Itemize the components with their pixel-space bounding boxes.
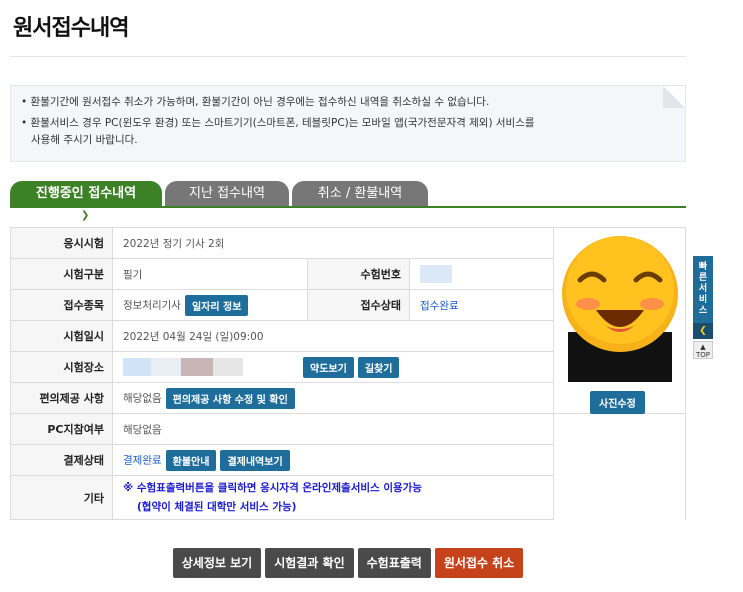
job-info-button[interactable]: 일자리 정보 (184, 294, 249, 316)
photo-edit-button[interactable]: 사진수정 (590, 391, 645, 414)
pay-status: 결제완료 (123, 454, 162, 466)
conv-label: 편의제공 사항 (10, 382, 113, 414)
pay-label: 결제상태 (10, 444, 113, 476)
page-title: 원서접수내역 (13, 16, 129, 41)
notice-line-2a: • 환불서비스 경우 PC(윈도우 환경) 또는 스마트기기(스마트폰, 테블릿… (21, 117, 535, 129)
status-value: 접수완료 (409, 289, 554, 321)
page-fold-icon (663, 86, 685, 108)
type-label: 시험구분 (10, 258, 113, 290)
exam-label: 응시시험 (10, 227, 113, 259)
chevron-left-icon[interactable]: ❮ (693, 323, 713, 339)
pc-label: PC지참여부 (10, 413, 113, 445)
place-redacted-1 (123, 358, 151, 376)
conv-text: 해당없음 (123, 392, 162, 404)
ticket-print-button[interactable]: 수험표출력 (357, 548, 431, 578)
avatar (561, 232, 678, 382)
tab-current[interactable]: 진행중인 접수내역 (10, 181, 162, 207)
top-button[interactable]: ▲ TOP (693, 341, 713, 359)
status-label: 접수상태 (307, 289, 410, 321)
photo-cell (553, 227, 686, 414)
etc-value: ※ 수험표출력버튼을 클릭하면 응시자격 온라인제출서비스 이용가능 (협약이 체… (112, 475, 554, 520)
place-value: 약도보기 길찾기 (112, 351, 554, 383)
map-button[interactable]: 약도보기 (303, 356, 354, 378)
etc-label: 기타 (10, 475, 113, 520)
pay-value: 결제완료 환불안내 결제내역보기 (112, 444, 554, 476)
tab-cancel-refund[interactable]: 취소 / 환불내역 (292, 181, 428, 207)
quick-service-label: 빠른서비스 (698, 262, 708, 316)
conv-value: 해당없음 편의제공 사항 수정 및 확인 (112, 382, 554, 414)
photo-btn-cell (553, 413, 686, 520)
etc-line-1: ※ 수험표출력버튼을 클릭하면 응시자격 온라인제출서비스 이용가능 (123, 481, 422, 494)
etc-line-2: (협약이 체결된 대학만 서비스 가능) (137, 500, 297, 513)
title-divider (10, 56, 686, 57)
number-value (409, 258, 554, 290)
tab-underline (10, 206, 686, 208)
notice-box: • 환불기간에 원서접수 취소가 가능하며, 환불기간이 아닌 경우에는 접수하… (10, 85, 686, 162)
pc-value: 해당없음 (112, 413, 554, 445)
item-label: 접수종목 (10, 289, 113, 321)
date-value: 2022년 04월 24일 (일)09:00 (112, 320, 554, 352)
pay-history-button[interactable]: 결제내역보기 (220, 449, 290, 471)
top-label: TOP (695, 351, 710, 359)
photo-edit-wrap: 사진수정 (590, 391, 645, 414)
item-value: 정보처리기사 일자리 정보 (112, 289, 308, 321)
place-label: 시험장소 (10, 351, 113, 383)
status-link: 접수완료 (420, 299, 459, 312)
notice-line-2: • 환불서비스 경우 PC(윈도우 환경) 또는 스마트기기(스마트폰, 테블릿… (21, 115, 675, 149)
application-table: 응시시험 2022년 정기 기사 2회 시험구분 필기 수험번호 접수종목 정보… (10, 227, 686, 520)
notice-line-1: • 환불기간에 원서접수 취소가 가능하며, 환불기간이 아닌 경우에는 접수하… (21, 96, 490, 108)
route-button[interactable]: 길찾기 (357, 356, 400, 378)
number-label: 수험번호 (307, 258, 410, 290)
notice-line-2b: 사용해 주시기 바랍니다. (31, 134, 138, 146)
refund-info-button[interactable]: 환불안내 (165, 449, 217, 471)
place-redacted-3 (181, 358, 213, 376)
result-button[interactable]: 시험결과 확인 (265, 548, 354, 578)
item-name: 정보처리기사 (123, 299, 181, 311)
detail-button[interactable]: 상세정보 보기 (172, 548, 262, 578)
bottom-actions: 상세정보 보기 시험결과 확인 수험표출력 원서접수 취소 (0, 548, 696, 578)
number-redacted (420, 265, 452, 283)
conv-edit-button[interactable]: 편의제공 사항 수정 및 확인 (165, 387, 295, 409)
tab-past[interactable]: 지난 접수내역 (165, 181, 289, 207)
exam-value: 2022년 정기 기사 2회 (112, 227, 554, 259)
type-value: 필기 (112, 258, 308, 290)
place-redacted-4 (213, 358, 243, 376)
cancel-application-button[interactable]: 원서접수 취소 (434, 548, 524, 578)
date-label: 시험일시 (10, 320, 113, 352)
chevron-down-icon: ❯ (81, 210, 90, 221)
place-redacted-2 (151, 358, 181, 376)
